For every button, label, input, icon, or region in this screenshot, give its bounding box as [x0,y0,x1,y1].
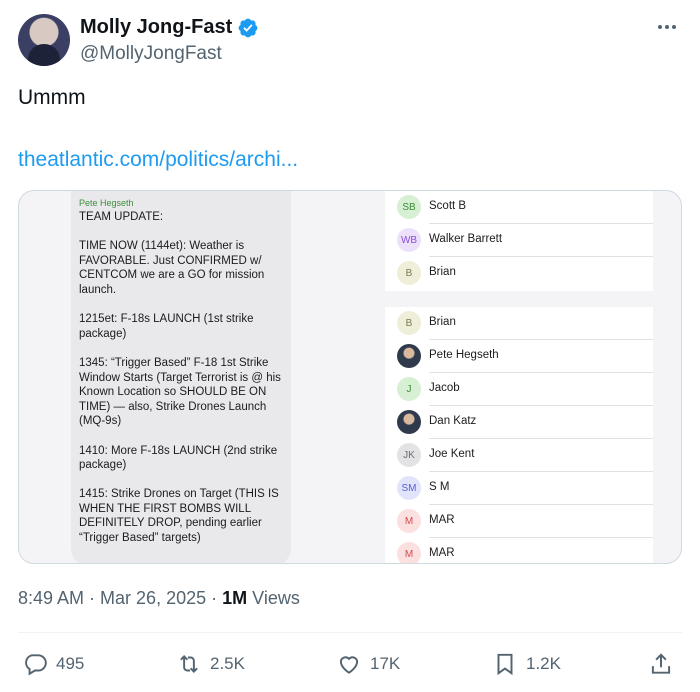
author-display-name[interactable]: Molly Jong-Fast [80,16,232,39]
message-line: 1415: Strike Drones on Target (THIS IS W… [79,488,283,545]
member-avatar: M [397,542,421,563]
like-button[interactable]: 17K [336,648,400,680]
repost-count: 2.5K [210,654,245,673]
member-name: MAR [429,514,455,526]
message-line [79,473,283,488]
tweet-actions: 495 2.5K 17K 1.2K [22,648,678,680]
author-name-row: Molly Jong-Fast [80,16,259,39]
member-row[interactable]: M MAR [385,505,653,538]
message-line [79,225,283,240]
member-row[interactable]: WB Walker Barrett [385,224,653,257]
tweet-date: Mar 26, 2025 [100,588,207,608]
repost-button[interactable]: 2.5K [176,648,245,680]
views-count: 1M [222,588,248,608]
member-row[interactable]: B Brian [385,307,653,340]
tweet-timestamp[interactable]: 8:49 AM · Mar 26, 2025 · 1M Views [18,588,300,609]
author-avatar[interactable] [18,14,70,66]
member-row[interactable]: M MAR [385,538,653,563]
heart-icon [339,656,359,674]
bookmark-count: 1.2K [526,654,561,673]
message-line: TEAM UPDATE: [79,211,164,223]
member-row[interactable]: SM S M [385,472,653,505]
views-label: Views [252,588,300,608]
member-avatar: J [397,377,421,401]
member-avatar: B [397,261,421,285]
member-name: S M [429,481,450,493]
author-handle[interactable]: @MollyJongFast [80,43,222,65]
member-avatar: M [397,509,421,533]
member-row[interactable]: JK Joe Kent [385,439,653,472]
message-body: TEAM UPDATE: TIME NOW (1144et): Weather … [79,210,283,546]
member-name: Jacob [429,382,460,394]
member-list: SB Scott B WB Walker Barrett B Brian B Brian Pet… [385,191,653,563]
member-avatar [397,410,421,434]
member-row[interactable]: Dan Katz [385,406,653,439]
message-line: TIME NOW (1144et): Weather is FAVORABLE.… [79,240,268,296]
member-avatar: SM [397,476,421,500]
member-avatar: SB [397,195,421,219]
like-count: 17K [370,654,401,673]
member-name: MAR [429,547,455,559]
member-avatar: WB [397,228,421,252]
bookmark-icon [497,653,513,676]
message-line [79,429,283,444]
reply-count: 495 [56,654,85,673]
message-line: 1345: “Trigger Based” F-18 1st Strike Wi… [79,356,285,428]
member-avatar [397,344,421,368]
member-row[interactable]: SB Scott B [385,191,653,224]
member-row[interactable]: J Jacob [385,373,653,406]
member-row[interactable]: Pete Hegseth [385,340,653,373]
verified-badge-icon[interactable] [237,17,259,39]
tweet-link[interactable]: theatlantic.com/politics/archi... [18,148,298,172]
message-sender: Pete Hegseth [79,198,134,208]
member-name: Scott B [429,200,467,212]
member-name: Dan Katz [429,415,477,427]
message-line: 1215et: F-18s LAUNCH (1st strike package… [79,313,257,340]
member-avatar: JK [397,443,421,467]
bookmark-button[interactable]: 1.2K [492,648,561,680]
more-options-icon[interactable] [656,18,678,36]
member-name: Brian [429,316,456,328]
tweet-time: 8:49 AM [18,588,85,608]
tweet-header: Molly Jong-Fast @MollyJongFast [18,14,682,70]
member-name: Joe Kent [429,448,475,460]
share-button[interactable] [648,648,674,680]
member-row[interactable]: B Brian [385,257,653,290]
message-bubble: Pete Hegseth TEAM UPDATE: TIME NOW (1144… [71,191,291,563]
member-avatar: B [397,311,421,335]
member-name: Pete Hegseth [429,349,499,361]
reply-icon [25,654,47,676]
share-icon [651,653,671,674]
message-line [79,341,283,356]
message-line [79,298,283,313]
tweet-text: Ummm [18,86,86,109]
tweet-media-image[interactable]: Pete Hegseth TEAM UPDATE: TIME NOW (1144… [18,190,682,564]
repost-icon [180,655,198,673]
member-name: Brian [429,266,456,278]
member-name: Walker Barrett [429,233,503,245]
message-line: 1410: More F-18s LAUNCH (2nd strike pack… [79,444,281,472]
divider [18,632,682,633]
reply-button[interactable]: 495 [22,648,84,680]
